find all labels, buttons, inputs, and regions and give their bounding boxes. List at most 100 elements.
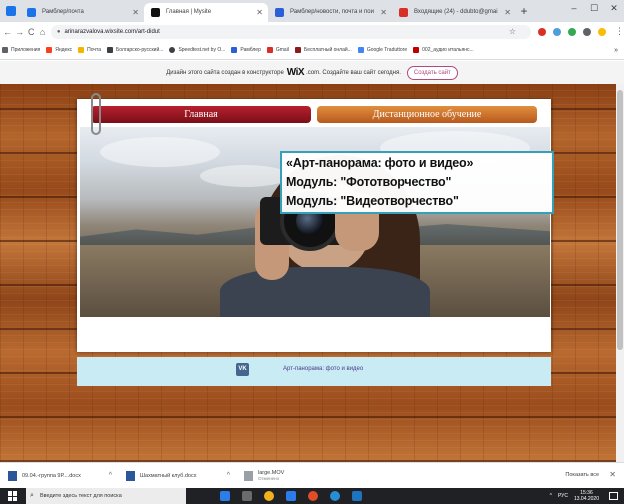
tab-rambler-mail[interactable]: Рамблер/почта ✕ bbox=[20, 3, 144, 22]
chevron-up-icon[interactable]: ^ bbox=[227, 472, 230, 479]
close-download-bar-icon[interactable]: ✕ bbox=[609, 470, 616, 479]
extension-icon[interactable] bbox=[567, 27, 576, 36]
vk-icon[interactable]: VK bbox=[236, 363, 249, 376]
home-button[interactable]: ⌂ bbox=[38, 27, 46, 37]
download-item[interactable]: Шахматный клуб.docx ^ bbox=[126, 466, 236, 486]
word-app-icon[interactable] bbox=[352, 491, 362, 501]
forward-button[interactable]: → bbox=[15, 27, 24, 37]
extension-icon[interactable] bbox=[582, 27, 591, 36]
paperclip-icon bbox=[91, 93, 101, 135]
mail-app-icon[interactable] bbox=[286, 491, 296, 501]
profile-avatar[interactable] bbox=[597, 27, 606, 36]
bookmark-speedtest[interactable]: Speedtest.net by O... bbox=[169, 47, 225, 53]
extensions bbox=[537, 27, 613, 36]
taskbar-apps bbox=[220, 491, 374, 501]
gmail-icon bbox=[266, 47, 273, 53]
course-headline-box: «Арт-панорама: фото и видео» Модуль: "Фо… bbox=[280, 151, 554, 214]
tab-title: Рамблер/новости, почта и пои bbox=[290, 9, 374, 15]
apps-grid-icon bbox=[2, 47, 8, 53]
download-bar: 09.04.-группа 9Р....docx ^ Шахматный клу… bbox=[0, 462, 624, 488]
close-window-button[interactable]: ✕ bbox=[604, 0, 624, 16]
tab-rambler-news[interactable]: Рамблер/новости, почта и пои ✕ bbox=[268, 3, 392, 22]
browser-menu-icon[interactable]: ⋮ bbox=[615, 26, 624, 37]
bookmark-yandex[interactable]: Яндекс bbox=[46, 47, 72, 53]
wix-banner-text: Дизайн этого сайта создан в конструкторе bbox=[166, 69, 284, 76]
taskbar-search-placeholder: Введите здесь текст для поиска bbox=[40, 493, 122, 499]
maximize-button[interactable]: ☐ bbox=[584, 0, 604, 16]
download-item[interactable]: large.MOV Отменено bbox=[244, 466, 354, 486]
yandex-icon bbox=[46, 47, 53, 53]
task-view-icon[interactable] bbox=[242, 491, 252, 501]
bookmark-gmail[interactable]: Gmail bbox=[266, 47, 289, 53]
close-tab-icon[interactable]: ✕ bbox=[504, 3, 511, 22]
window-menu-icon[interactable] bbox=[6, 6, 16, 16]
download-filename: Шахматный клуб.docx bbox=[140, 472, 197, 479]
gmail-favicon-icon bbox=[399, 8, 408, 17]
tab-title: Входящие (24) - ddubto@gmai bbox=[414, 9, 498, 15]
skype-app-icon[interactable] bbox=[330, 491, 340, 501]
close-tab-icon[interactable]: ✕ bbox=[380, 3, 387, 22]
cloud bbox=[200, 165, 290, 187]
minimize-button[interactable]: – bbox=[564, 0, 584, 16]
bookmark-label: 002_аудио итальянс... bbox=[422, 47, 474, 53]
speedtest-icon bbox=[169, 47, 176, 53]
close-tab-icon[interactable]: ✕ bbox=[132, 3, 139, 22]
bookmark-rambler[interactable]: Рамблер bbox=[231, 47, 261, 53]
nav-distance-learning-button[interactable]: Дистанционное обучение bbox=[317, 106, 537, 123]
course-title: «Арт-панорама: фото и видео» bbox=[286, 156, 474, 170]
word-doc-icon bbox=[8, 470, 17, 481]
new-tab-button[interactable]: + bbox=[516, 3, 532, 22]
bookmark-translate[interactable]: Google Traduttore bbox=[357, 47, 407, 53]
url-text[interactable]: arinarazvalova.wixsite.com/art-didut bbox=[64, 29, 159, 35]
extension-icon[interactable] bbox=[537, 27, 546, 36]
tab-strip: Рамблер/почта ✕ Главная | Mysite ✕ Рамбл… bbox=[0, 0, 624, 22]
rambler-favicon-icon bbox=[275, 8, 284, 17]
bookmark-star-icon[interactable]: ☆ bbox=[509, 27, 516, 36]
tab-gmail[interactable]: Входящие (24) - ddubto@gmai ✕ bbox=[392, 3, 516, 22]
site-footer: VK Арт-панорама: фото и видео bbox=[77, 357, 551, 386]
media-app-icon[interactable] bbox=[308, 491, 318, 501]
bookmark-online[interactable]: Бесплатный онлай... bbox=[294, 47, 352, 53]
scrollbar-thumb[interactable] bbox=[617, 90, 623, 350]
cloud bbox=[100, 137, 220, 167]
notifications-icon[interactable] bbox=[609, 492, 618, 500]
bookmark-apps[interactable]: Приложения bbox=[2, 47, 40, 53]
windows-start-icon[interactable] bbox=[8, 491, 18, 501]
footer-link[interactable]: Арт-панорама: фото и видео bbox=[283, 366, 363, 372]
wix-banner: Дизайн этого сайта создан в конструкторе… bbox=[0, 61, 624, 84]
chevron-up-icon[interactable]: ^ bbox=[109, 472, 112, 479]
search-icon: ⌕ bbox=[30, 492, 34, 499]
back-button[interactable]: ← bbox=[3, 27, 12, 37]
download-filename: 09.04.-группа 9Р....docx bbox=[22, 472, 81, 479]
clock-date: 13.04.2020 bbox=[573, 496, 599, 502]
bookmark-label: Бесплатный онлай... bbox=[303, 47, 352, 53]
show-all-downloads-button[interactable]: Показать все bbox=[565, 472, 599, 478]
bookmark-mail[interactable]: Почта bbox=[78, 47, 101, 53]
chrome-app-icon[interactable] bbox=[264, 491, 274, 501]
wix-banner-text-suffix: .com. Создайте ваш сайт сегодня. bbox=[306, 69, 401, 76]
close-tab-icon[interactable]: ✕ bbox=[256, 3, 263, 22]
nav-home-button[interactable]: Главная bbox=[91, 106, 311, 123]
bookmark-label: Рамблер bbox=[240, 47, 261, 53]
bookmark-label: Gmail bbox=[275, 47, 289, 53]
tray-chevron-icon[interactable]: ^ bbox=[550, 493, 552, 499]
create-site-button[interactable]: Создать сайт bbox=[406, 65, 458, 80]
reload-button[interactable]: C bbox=[27, 27, 35, 37]
language-indicator[interactable]: РУС bbox=[558, 493, 568, 499]
extension-icon[interactable] bbox=[552, 27, 561, 36]
bookmarks-more-button[interactable]: » bbox=[614, 47, 618, 54]
bookmark-label: Болгарско-русский... bbox=[115, 47, 164, 53]
edge-app-icon[interactable] bbox=[220, 491, 230, 501]
photographer-jacket bbox=[220, 267, 430, 317]
browser-toolbar: ← → C ⌂ ● arinarazvalova.wixsite.com/art… bbox=[0, 22, 624, 41]
taskbar-search-box[interactable]: ⌕ Введите здесь текст для поиска bbox=[26, 488, 186, 504]
clock[interactable]: 15:36 13.04.2020 bbox=[574, 490, 599, 502]
tab-mysite[interactable]: Главная | Mysite ✕ bbox=[144, 3, 268, 22]
bookmark-dictionary[interactable]: Болгарско-русский... bbox=[106, 47, 164, 53]
download-item[interactable]: 09.04.-группа 9Р....docx ^ bbox=[8, 466, 118, 486]
address-bar[interactable]: ● arinarazvalova.wixsite.com/art-didut bbox=[50, 24, 531, 39]
globe-icon bbox=[106, 47, 113, 53]
lock-icon: ● bbox=[56, 28, 61, 35]
bookmark-audio[interactable]: 002_аудио итальянс... bbox=[413, 47, 474, 53]
bookmark-label: Приложения bbox=[11, 47, 41, 53]
